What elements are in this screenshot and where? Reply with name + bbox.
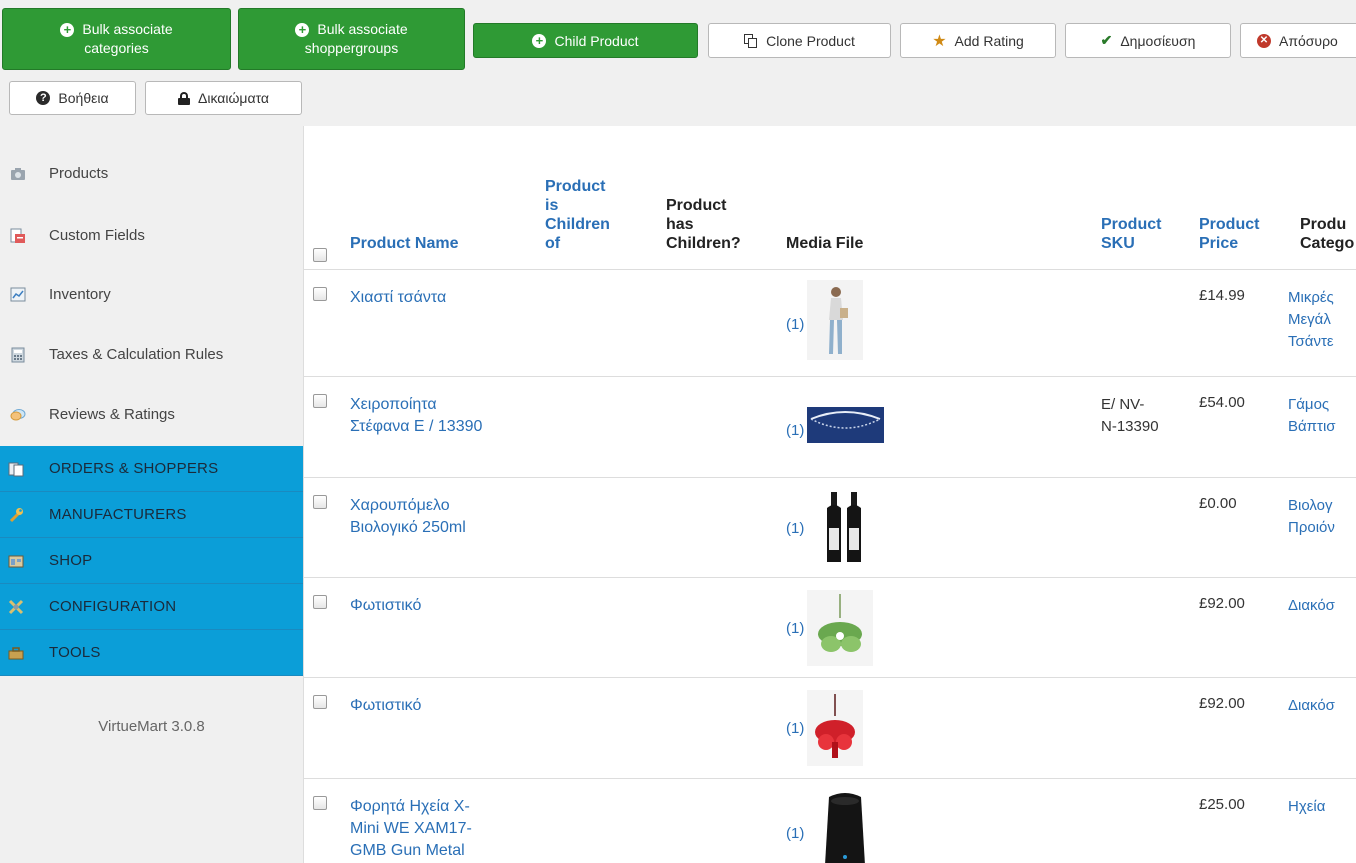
column-product-name[interactable]: Product Name: [350, 234, 458, 253]
sidebar: Products Custom Fields Inventory Taxes &…: [0, 126, 303, 863]
row-checkbox[interactable]: [313, 495, 327, 509]
unpublish-button[interactable]: ✕ Απόσυρο: [1240, 23, 1356, 58]
clone-product-button[interactable]: Clone Product: [708, 23, 891, 58]
sidebar-item-taxes[interactable]: Taxes & Calculation Rules: [0, 325, 303, 384]
product-category-links[interactable]: Μικρές Μεγάλ Τσάντε: [1288, 287, 1334, 353]
sidebar-item-inventory[interactable]: Inventory: [0, 265, 303, 324]
product-category-links[interactable]: Διακόσ: [1288, 695, 1335, 717]
table-row: Χαρουπόμελο Βιολογικό 250ml (1) £0.00 Βι…: [304, 478, 1356, 578]
product-price: £0.00: [1199, 495, 1237, 512]
product-thumbnail[interactable]: [807, 280, 863, 360]
product-list: Product Name Product is Children of Prod…: [303, 126, 1356, 863]
tools-box-icon: [8, 646, 24, 659]
inventory-chart-icon: [10, 287, 26, 301]
calculator-icon: [11, 347, 25, 362]
star-icon: ★: [932, 32, 947, 50]
table-header: Product Name Product is Children of Prod…: [304, 126, 1356, 270]
media-count-link[interactable]: (1): [786, 520, 804, 537]
sidebar-category-configuration[interactable]: CONFIGURATION: [0, 584, 303, 630]
product-name-link[interactable]: Φορητά Ηχεία X- Mini WE XAM17- GMB Gun M…: [350, 796, 472, 862]
bulk-associate-categories-button[interactable]: + Bulk associate categories: [2, 8, 231, 70]
sidebar-category-orders-shoppers[interactable]: ORDERS & SHOPPERS: [0, 446, 303, 492]
column-product-sku[interactable]: Product SKU: [1101, 215, 1161, 253]
column-product-category: Produ Catego: [1300, 216, 1355, 252]
product-name-link[interactable]: Φωτιστικό: [350, 595, 421, 617]
column-product-is-children-of[interactable]: Product is Children of: [545, 177, 610, 253]
table-row: Φορητά Ηχεία X- Mini WE XAM17- GMB Gun M…: [304, 779, 1356, 863]
product-name-link[interactable]: Χαρουπόμελο Βιολογικό 250ml: [350, 495, 466, 539]
product-category-links[interactable]: Βιολογ Προιόν: [1288, 495, 1335, 539]
table-row: Φωτιστικό (1) £92.00 Διακόσ: [304, 578, 1356, 678]
sidebar-item-products[interactable]: Products: [0, 144, 303, 203]
child-product-button[interactable]: + Child Product: [473, 23, 698, 58]
row-checkbox[interactable]: [313, 695, 327, 709]
product-category-links[interactable]: Ηχεία: [1288, 796, 1325, 818]
add-rating-button[interactable]: ★ Add Rating: [900, 23, 1056, 58]
version-label: VirtueMart 3.0.8: [98, 718, 205, 735]
media-count-link[interactable]: (1): [786, 825, 804, 842]
select-all-checkbox[interactable]: [313, 248, 327, 262]
plus-circle-icon: +: [60, 22, 75, 37]
column-product-price[interactable]: Product Price: [1199, 215, 1259, 253]
table-row: Χειροποίητα Στέφανα Ε / 13390 (1) E/ NV-…: [304, 377, 1356, 478]
question-circle-icon: ?: [36, 91, 51, 105]
product-thumbnail[interactable]: [807, 789, 883, 863]
copy-icon: [744, 33, 758, 48]
row-checkbox[interactable]: [313, 595, 327, 609]
media-count-link[interactable]: (1): [786, 316, 804, 333]
media-count-link[interactable]: (1): [786, 422, 804, 439]
product-sku: E/ NV- N-13390: [1101, 396, 1159, 435]
plus-circle-icon: +: [532, 33, 547, 48]
speech-bubble-icon: [10, 408, 26, 420]
media-count-link[interactable]: (1): [786, 620, 804, 637]
wrench-icon: [9, 507, 23, 522]
product-name-link[interactable]: Χειροποίητα Στέφανα Ε / 13390: [350, 394, 482, 438]
product-price: £25.00: [1199, 796, 1245, 813]
sidebar-category-shop[interactable]: SHOP: [0, 538, 303, 584]
bulk-associate-shoppergroups-button[interactable]: + Bulk associate shoppergroups: [238, 8, 465, 70]
sidebar-item-custom-fields[interactable]: Custom Fields: [0, 206, 303, 265]
column-product-has-children: Product has Children?: [666, 197, 741, 252]
sidebar-category-manufacturers[interactable]: MANUFACTURERS: [0, 492, 303, 538]
product-name-link[interactable]: Φωτιστικό: [350, 695, 421, 717]
product-price: £14.99: [1199, 287, 1245, 304]
product-price: £92.00: [1199, 695, 1245, 712]
product-thumbnail[interactable]: [807, 690, 863, 766]
shop-icon: [8, 555, 24, 567]
table-row: Χιαστί τσάντα (1) £14.99 Μικρές Μεγάλ Τσ…: [304, 270, 1356, 377]
product-price: £92.00: [1199, 595, 1245, 612]
configuration-icon: [8, 599, 24, 614]
product-thumbnail[interactable]: [807, 407, 884, 443]
permissions-button[interactable]: Δικαιώματα: [145, 81, 302, 115]
product-price: £54.00: [1199, 394, 1245, 411]
x-circle-icon: ✕: [1257, 33, 1271, 48]
publish-button[interactable]: ✔ Δημοσίευση: [1065, 23, 1231, 58]
product-thumbnail[interactable]: [807, 490, 883, 566]
camera-icon: [11, 167, 25, 180]
column-media-file: Media File: [786, 235, 864, 252]
row-checkbox[interactable]: [313, 796, 327, 810]
table-row: Φωτιστικό (1) £92.00 Διακόσ: [304, 678, 1356, 779]
row-checkbox[interactable]: [313, 394, 327, 408]
product-name-link[interactable]: Χιαστί τσάντα: [350, 287, 446, 309]
sidebar-item-reviews[interactable]: Reviews & Ratings: [0, 385, 303, 444]
media-count-link[interactable]: (1): [786, 720, 804, 737]
help-button[interactable]: ? Βοήθεια: [9, 81, 136, 115]
row-checkbox[interactable]: [313, 287, 327, 301]
product-thumbnail[interactable]: [807, 590, 873, 666]
lock-icon: [177, 91, 190, 105]
orders-icon: [8, 462, 24, 476]
product-category-links[interactable]: Γάμος Βάπτισ: [1288, 394, 1336, 438]
plus-circle-icon: +: [295, 22, 310, 37]
toolbar: + Bulk associate categories + Bulk associa…: [0, 0, 1356, 126]
custom-fields-icon: [10, 228, 25, 243]
product-category-links[interactable]: Διακόσ: [1288, 595, 1335, 617]
checkmark-icon: ✔: [1100, 32, 1113, 48]
sidebar-category-tools[interactable]: TOOLS: [0, 630, 303, 676]
